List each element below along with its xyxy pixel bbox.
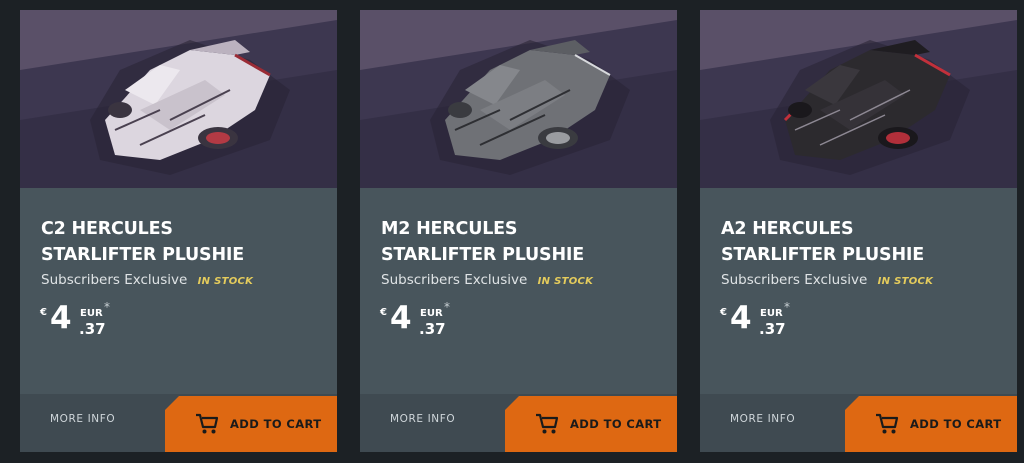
cart-icon — [876, 413, 899, 434]
product-card-m2: M2 HERCULES STARLIFTER PLUSHIE Subscribe… — [360, 10, 677, 452]
product-name-line1: C2 HERCULES — [41, 219, 173, 239]
cart-icon — [196, 413, 219, 434]
product-image[interactable] — [360, 10, 677, 188]
more-info-button[interactable]: MORE INFO — [390, 413, 455, 425]
product-subline: Subscribers Exclusive IN STOCK — [721, 272, 933, 288]
cart-icon — [536, 413, 559, 434]
product-name[interactable]: A2 HERCULES STARLIFTER PLUSHIE — [721, 216, 1001, 268]
price-whole: 4 — [390, 300, 412, 336]
grey-starlifter-plushie-icon — [360, 10, 677, 188]
price-whole: 4 — [730, 300, 752, 336]
add-to-cart-label: ADD TO CART — [910, 417, 1002, 431]
add-to-cart-button[interactable]: ADD TO CART — [845, 396, 1017, 452]
price-footnote-mark: * — [784, 300, 790, 314]
product-image[interactable] — [700, 10, 1017, 188]
more-info-button[interactable]: MORE INFO — [50, 413, 115, 425]
product-name-line1: M2 HERCULES — [381, 219, 518, 239]
price: € 4 EUR * .37 — [380, 300, 500, 340]
currency-symbol: € — [380, 307, 387, 318]
product-name-line2: STARLIFTER PLUSHIE — [381, 245, 584, 265]
product-name[interactable]: C2 HERCULES STARLIFTER PLUSHIE — [41, 216, 321, 268]
currency-symbol: € — [720, 307, 727, 318]
add-to-cart-label: ADD TO CART — [230, 417, 322, 431]
price-footnote-mark: * — [444, 300, 450, 314]
add-to-cart-label: ADD TO CART — [570, 417, 662, 431]
price-footnote-mark: * — [104, 300, 110, 314]
price-cents: .37 — [79, 320, 106, 338]
stock-status-badge: IN STOCK — [537, 276, 594, 287]
currency-symbol: € — [40, 307, 47, 318]
stock-status-badge: IN STOCK — [877, 276, 934, 287]
price-cents: .37 — [419, 320, 446, 338]
product-name[interactable]: M2 HERCULES STARLIFTER PLUSHIE — [381, 216, 661, 268]
product-card-c2: C2 HERCULES STARLIFTER PLUSHIE Subscribe… — [20, 10, 337, 452]
product-name-line2: STARLIFTER PLUSHIE — [721, 245, 924, 265]
currency-code: EUR — [760, 308, 783, 319]
currency-code: EUR — [420, 308, 443, 319]
add-to-cart-button[interactable]: ADD TO CART — [505, 396, 677, 452]
add-to-cart-button[interactable]: ADD TO CART — [165, 396, 337, 452]
product-subline: Subscribers Exclusive IN STOCK — [381, 272, 593, 288]
product-card-a2: A2 HERCULES STARLIFTER PLUSHIE Subscribe… — [700, 10, 1017, 452]
price: € 4 EUR * .37 — [720, 300, 840, 340]
price-cents: .37 — [759, 320, 786, 338]
product-name-line1: A2 HERCULES — [721, 219, 854, 239]
product-image[interactable] — [20, 10, 337, 188]
subscribers-exclusive-label: Subscribers Exclusive — [41, 272, 188, 288]
product-subline: Subscribers Exclusive IN STOCK — [41, 272, 253, 288]
currency-code: EUR — [80, 308, 103, 319]
stock-status-badge: IN STOCK — [197, 276, 254, 287]
black-starlifter-plushie-icon — [700, 10, 1017, 188]
more-info-button[interactable]: MORE INFO — [730, 413, 795, 425]
product-name-line2: STARLIFTER PLUSHIE — [41, 245, 244, 265]
subscribers-exclusive-label: Subscribers Exclusive — [381, 272, 528, 288]
price-whole: 4 — [50, 300, 72, 336]
subscribers-exclusive-label: Subscribers Exclusive — [721, 272, 868, 288]
price: € 4 EUR * .37 — [40, 300, 160, 340]
white-starlifter-plushie-icon — [20, 10, 337, 188]
